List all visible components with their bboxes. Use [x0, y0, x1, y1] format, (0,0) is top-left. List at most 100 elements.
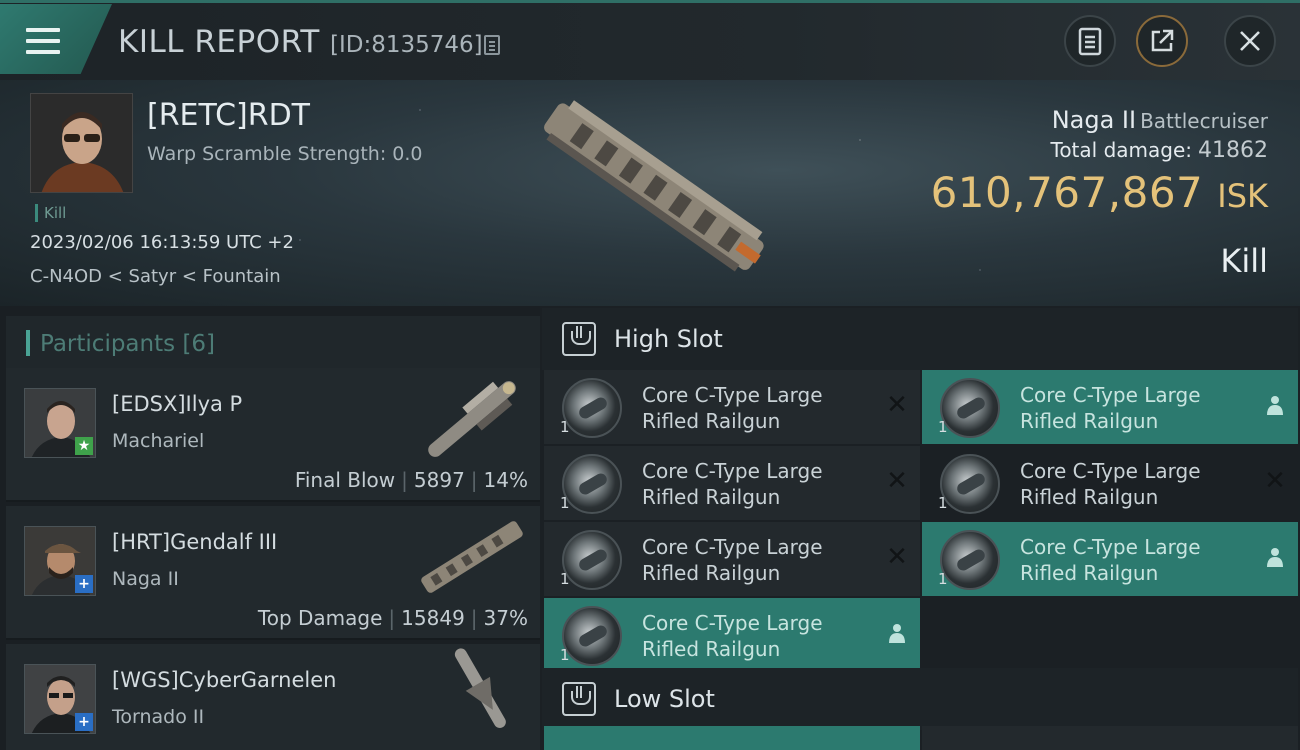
railgun-icon	[940, 530, 1000, 590]
module-item[interactable]: 1 Core C-Type Large Rifled Railgun	[922, 370, 1298, 444]
destroyed-x-icon: ✕	[886, 390, 908, 420]
participant-percent: 37%	[483, 606, 528, 630]
participant-name[interactable]: [HRT]Gendalf III	[112, 530, 277, 554]
module-name: Core C-Type Large Rifled Railgun	[642, 534, 882, 586]
victim-ship-image[interactable]	[520, 90, 790, 280]
total-damage-label: Total damage:	[1050, 138, 1193, 162]
kill-tag: Kill	[35, 204, 66, 222]
avatar[interactable]: ★	[24, 388, 96, 458]
high-slot-title: High Slot	[614, 325, 723, 353]
page-title: KILL REPORT	[118, 24, 320, 60]
participant-role: Top Damage	[257, 606, 383, 630]
warp-scramble-strength: Warp Scramble Strength: 0.0	[147, 143, 423, 165]
result-label: Kill	[1220, 242, 1268, 280]
plus-badge-icon: +	[75, 713, 93, 731]
high-slot-header[interactable]: High Slot	[542, 308, 1298, 370]
participant-damage: 5897	[413, 468, 465, 492]
module-name-line1: Core C-Type Large	[1020, 459, 1201, 483]
module-name: Core C-Type Large Rifled Railgun	[1020, 534, 1260, 586]
module-name-line1: Core C-Type Large	[642, 383, 823, 407]
top-accent-line	[0, 0, 1300, 3]
railgun-icon	[562, 606, 622, 666]
ship-name-text: Naga II	[1051, 106, 1137, 134]
module-quantity: 1	[938, 418, 948, 436]
participant-name[interactable]: [WGS]CyberGarnelen	[112, 668, 336, 692]
module-item-partial[interactable]	[544, 726, 920, 750]
fitting-panel: High Slot 1 Core C-Type Large Rifled Rail…	[540, 306, 1300, 750]
kill-id: [ID:8135746]	[330, 32, 483, 58]
module-quantity: 1	[938, 570, 948, 588]
module-name: Core C-Type Large Rifled Railgun	[642, 458, 882, 510]
low-slot-icon	[562, 682, 596, 716]
module-name: Core C-Type Large Rifled Railgun	[642, 382, 882, 434]
destroyed-x-icon: ✕	[886, 466, 908, 496]
participant-ship-image[interactable]	[412, 648, 532, 738]
participant-row[interactable]: + [HRT]Gendalf III Naga II Top Damage | 15…	[6, 506, 540, 640]
module-item[interactable]: 1 Core C-Type Large Rifled Railgun	[544, 598, 920, 672]
module-name: Core C-Type Large Rifled Railgun	[1020, 458, 1260, 510]
share-icon	[1151, 29, 1174, 52]
module-item[interactable]: 1 Core C-Type Large Rifled Railgun	[922, 522, 1298, 596]
module-name: Core C-Type Large Rifled Railgun	[1020, 382, 1260, 434]
clipboard-icon	[1078, 27, 1102, 56]
railgun-icon	[940, 454, 1000, 514]
kill-location[interactable]: C-N4OD < Satyr < Fountain	[30, 266, 281, 287]
participant-ship: Naga II	[112, 568, 179, 590]
railgun-icon	[562, 530, 622, 590]
module-quantity: 1	[938, 494, 948, 512]
module-quantity: 1	[560, 646, 570, 664]
low-slot-header[interactable]: Low Slot	[542, 668, 1298, 730]
close-button[interactable]	[1224, 15, 1276, 67]
isk-amount: 610,767,867	[930, 168, 1204, 217]
ship-class: Battlecruiser	[1140, 109, 1268, 133]
module-item[interactable]: 1 Core C-Type Large Rifled Railgun ✕	[544, 446, 920, 520]
top-bar: KILL REPORT [ID:8135746]	[0, 0, 1300, 80]
module-quantity: 1	[560, 418, 570, 436]
report-button[interactable]	[1064, 15, 1116, 67]
module-name-line1: Core C-Type Large	[642, 611, 823, 635]
module-name-line2: Rifled Railgun	[642, 561, 781, 585]
module-name-line1: Core C-Type Large	[1020, 535, 1201, 559]
avatar[interactable]: +	[24, 526, 96, 596]
dropped-person-icon	[1264, 394, 1286, 416]
module-name-line1: Core C-Type Large	[1020, 383, 1201, 407]
participant-ship-image[interactable]	[412, 512, 532, 602]
module-name-line2: Rifled Railgun	[642, 409, 781, 433]
menu-button[interactable]	[0, 4, 112, 74]
victim-name[interactable]: [RETC]RDT	[147, 98, 310, 133]
total-damage: Total damage: 41862	[1051, 138, 1269, 163]
star-badge-icon: ★	[75, 437, 93, 455]
avatar[interactable]: +	[24, 664, 96, 734]
participant-row[interactable]: ★ [EDSX]Ilya P Macharie​l Final Blow | 589…	[6, 368, 540, 502]
divider: |	[470, 606, 478, 630]
dropped-person-icon	[1264, 546, 1286, 568]
share-button[interactable]	[1136, 15, 1188, 67]
railgun-icon	[562, 378, 622, 438]
close-icon	[1240, 31, 1260, 51]
participant-ship-image[interactable]	[412, 374, 532, 464]
victim-ship-name[interactable]: Naga II Battlecruiser	[1052, 106, 1268, 134]
module-name-line2: Rifled Railgun	[642, 637, 781, 661]
module-name-line2: Rifled Railgun	[1020, 409, 1159, 433]
destroyed-x-icon: ✕	[1264, 466, 1286, 496]
participant-percent: 14%	[483, 468, 528, 492]
kill-timestamp: 2023/02/06 16:13:59 UTC +2	[30, 232, 294, 253]
participant-stats: Final Blow | 5897 | 14%	[295, 468, 528, 492]
isk-unit: ISK	[1217, 177, 1268, 215]
participant-row[interactable]: + [WGS]CyberGarnelen Tornado II	[6, 644, 540, 750]
participants-header[interactable]: Participants [6]	[6, 316, 540, 372]
module-name-line1: Core C-Type Large	[642, 535, 823, 559]
module-item[interactable]: 1 Core C-Type Large Rifled Railgun ✕	[544, 522, 920, 596]
participant-name[interactable]: [EDSX]Ilya P	[112, 392, 242, 416]
participant-role: Final Blow	[294, 468, 396, 492]
module-name-line2: Rifled Railgun	[642, 485, 781, 509]
railgun-icon	[940, 378, 1000, 438]
high-slot-icon	[562, 322, 596, 356]
module-item-partial[interactable]	[922, 726, 1298, 750]
victim-avatar[interactable]	[30, 93, 133, 193]
copy-icon[interactable]	[484, 35, 500, 55]
module-item[interactable]: 1 Core C-Type Large Rifled Railgun ✕	[922, 446, 1298, 520]
module-item[interactable]: 1 Core C-Type Large Rifled Railgun ✕	[544, 370, 920, 444]
plus-badge-icon: +	[75, 575, 93, 593]
total-damage-value: 41862	[1198, 138, 1268, 163]
